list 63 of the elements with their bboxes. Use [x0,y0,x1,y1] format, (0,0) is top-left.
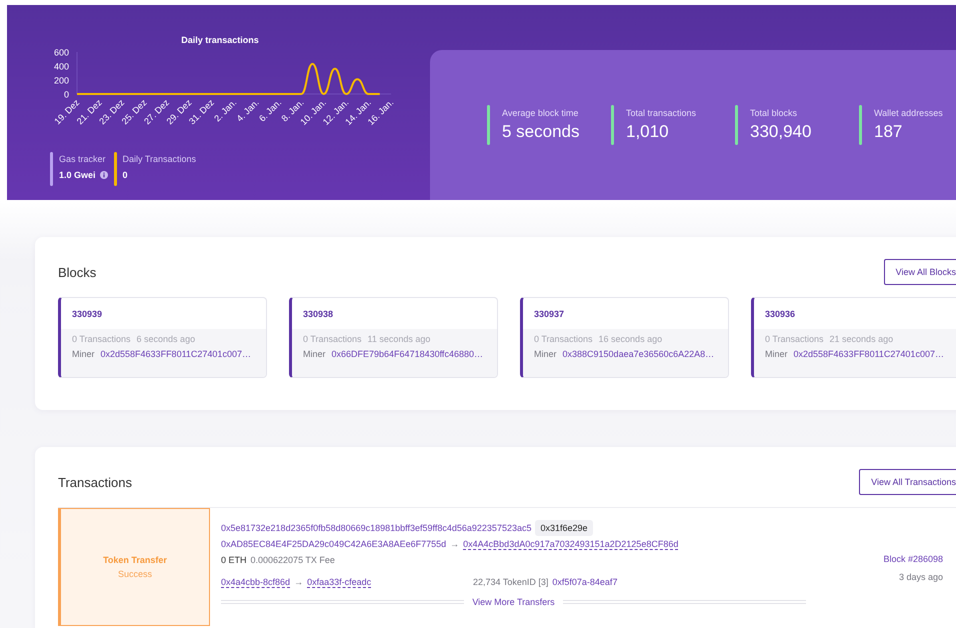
transaction-status: Success [118,569,152,579]
stat-value: 330,940 [750,122,812,142]
axis-tick-label: 0 [64,90,69,100]
from-address-link[interactable]: 0xAD85EC84E4F25DA29c049C42A6E3A8AEe6F7755d [221,539,446,549]
transaction-age: 3 days ago [898,572,943,582]
stat-value: 187 [874,122,904,142]
stat-value: 1,010 [626,122,670,142]
section-title: Blocks [58,264,96,280]
block-number-link[interactable]: 330939 [72,308,102,318]
miner-address-link[interactable]: 0x66DFE79b64F64718430ffc46880… [332,349,483,359]
stat-bar [735,105,738,145]
miner-address-link[interactable]: 0x388C9150daea7e36560c6A22A8… [562,349,714,359]
transaction-fee: 0.000622075 TX Fee [250,555,335,565]
block-link[interactable]: Block #286098 [883,554,943,564]
transaction-type: Token Transfer [103,555,167,565]
token-link[interactable]: 0xf5f07a-84eaf7 [552,577,618,587]
transaction-count: 0 Transactions [72,334,131,344]
stat-bar [611,105,614,145]
stat-label: Total blocks [750,108,798,118]
stat-label: Total transactions [626,108,696,118]
transaction-value: 0 ETH [221,555,247,565]
miner-label: Miner [534,349,557,359]
miner-address-link[interactable]: 0x2d558F4633FF8011C27401c007… [794,349,944,359]
transaction-count: 0 Transactions [765,334,824,344]
transaction-hash-link[interactable]: 0x5e81732e218d2365f0fb58d80669c18981bbff3ef59ff8c4d56a922357523ac5 [221,523,532,533]
transfer-from-link[interactable]: 0x4a4cbb-8cf86d [221,577,290,587]
block-number-link[interactable]: 330936 [765,308,796,318]
view-all-blocks-button[interactable]: View All Blocks [884,259,956,285]
miner-label: Miner [303,349,326,359]
miner-label: Miner [72,349,95,359]
axis-tick-label: 200 [54,76,69,86]
stat-value: 5 seconds [502,122,580,142]
block-age: 16 seconds ago [598,334,662,344]
axis-tick-label: 400 [54,62,69,72]
block-age: 11 seconds ago [368,334,430,344]
block-age: 6 seconds ago [136,334,196,344]
token-amount: 22,734 TokenID [3] [473,577,548,587]
stat-label: Average block time [502,108,580,118]
block-number-link[interactable]: 330938 [303,308,334,318]
axis-tick-label: 600 [54,48,69,58]
legend-value: 0 [122,170,128,180]
miner-address-link[interactable]: 0x2d558F4633FF8011C27401c007… [100,349,251,359]
to-address-link[interactable]: 0x4A4cBbd3dA0c917a7032493151a2D2125e8CF86d [463,539,678,549]
section-title: Transactions [58,474,132,490]
chart-title: Daily transactions [181,35,259,45]
miner-label: Miner [765,349,788,359]
block-age: 21 seconds ago [830,334,894,344]
arrow-glyph: → [294,577,304,587]
view-all-transactions-button[interactable]: View All Transactions [859,469,956,495]
block-number-link[interactable]: 330937 [534,308,564,318]
arrow-glyph: → [450,539,460,549]
stat-label: Wallet addresses [874,108,943,118]
stat-bar [859,105,862,145]
transfer-to-link[interactable]: 0xfaa33f-cfeadc [307,577,372,587]
stat-bar [487,105,490,145]
legend-value: 1.0 Gwei [59,170,96,180]
transaction-count: 0 Transactions [534,334,593,344]
legend-label: Daily Transactions [122,154,196,164]
info-icon[interactable] [100,171,108,179]
legend-label: Gas tracker [59,154,107,164]
view-more-transfers-link[interactable]: View More Transfers [472,597,555,607]
transaction-count: 0 Transactions [303,334,362,344]
method-tag: 0x31f6e29e [535,520,593,536]
